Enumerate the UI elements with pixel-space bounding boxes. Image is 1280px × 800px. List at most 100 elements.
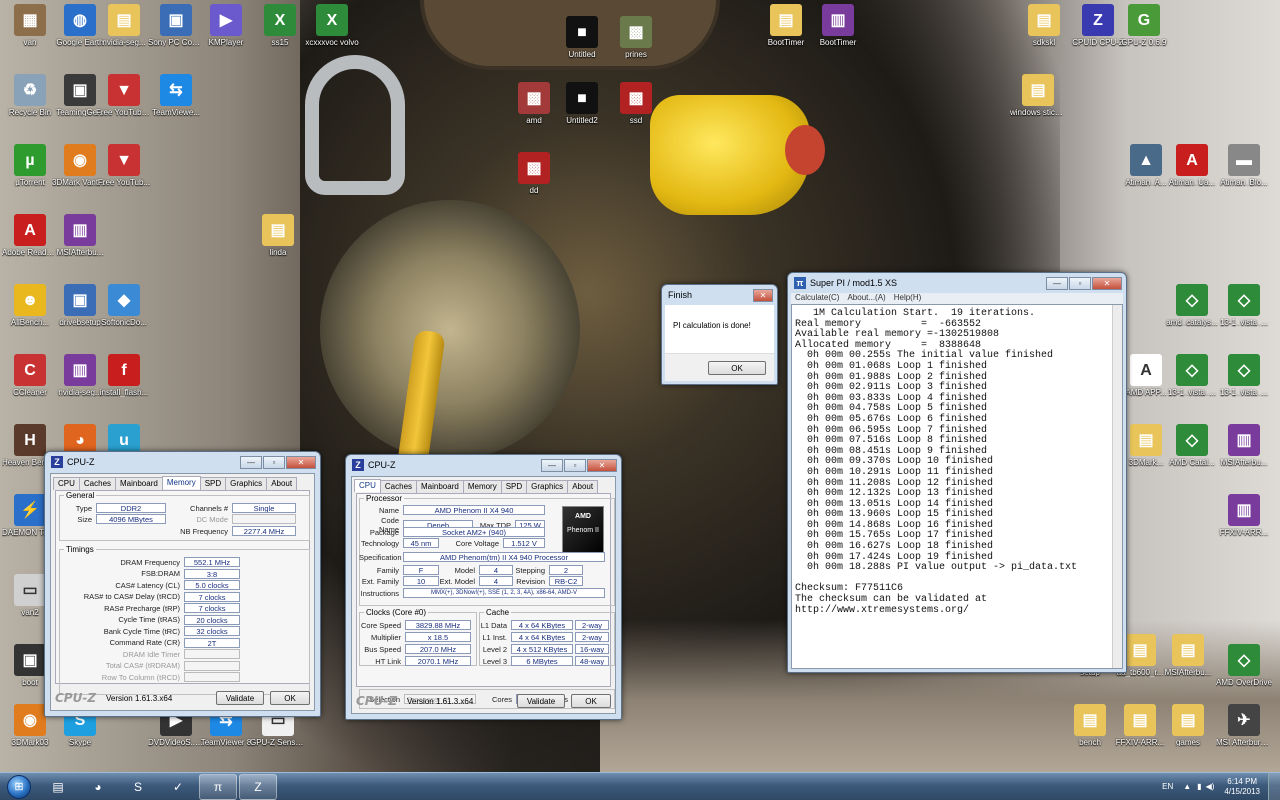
taskbar-firefox-icon[interactable]: ◕ — [79, 774, 117, 800]
tab-caches[interactable]: Caches — [78, 477, 117, 490]
title-bar[interactable]: Z CPU-Z — ▫ ✕ — [346, 455, 621, 475]
taskbar-skype-icon[interactable]: S — [119, 774, 157, 800]
tray-arrow-icon[interactable]: ▲ — [1183, 782, 1191, 791]
desktop-icon[interactable]: ◇ AMD Catal... — [1164, 424, 1220, 467]
tab-memory[interactable]: Memory — [462, 480, 502, 493]
tab-spd[interactable]: SPD — [199, 477, 227, 490]
desktop-icon[interactable]: ■ Untitled2 — [554, 82, 610, 125]
desktop-icon[interactable]: ▩ ssd — [608, 82, 664, 125]
desktop-icon[interactable]: ▤ games — [1160, 704, 1216, 747]
desktop-icon[interactable]: ▤ nvidia-seg... — [96, 4, 152, 47]
desktop-icon[interactable]: f install_flash... — [96, 354, 152, 397]
desktop-icon[interactable]: ☻ AllBench... — [2, 284, 58, 327]
title-bar[interactable]: π Super PI / mod1.5 XS — ▫ ✕ — [788, 273, 1126, 293]
menu-item[interactable]: Help(H) — [894, 293, 922, 304]
desktop-icon[interactable]: C CCleaner — [2, 354, 58, 397]
title-bar[interactable]: Z CPU-Z — ▫ ✕ — [45, 452, 320, 472]
desktop-icon[interactable]: ▥ MSIAfterbu... — [52, 214, 108, 257]
desktop-icon[interactable]: µ µTorrent — [2, 144, 58, 187]
close-button[interactable]: ✕ — [587, 458, 617, 472]
taskbar-cpuz-icon[interactable]: Z — [239, 773, 277, 800]
finish-dialog[interactable]: Finish ✕ PI calculation is done! OK — [661, 284, 778, 385]
desktop-icon[interactable]: ▤ bench — [1062, 704, 1118, 747]
language-indicator[interactable]: EN — [1162, 782, 1173, 791]
tab-spd[interactable]: SPD — [500, 480, 528, 493]
tab-cpu[interactable]: CPU — [53, 477, 80, 490]
desktop-icon[interactable]: ◇ amd_catalys... — [1164, 284, 1220, 327]
minimize-button[interactable]: — — [240, 455, 262, 469]
desktop-icon[interactable]: ▩ dd — [506, 152, 562, 195]
desktop-icon[interactable]: ▣ Sony PC Compani... — [148, 4, 204, 47]
desktop-icon[interactable]: ✈ MSI Afterburner — [1216, 704, 1272, 747]
desktop-icon[interactable]: Xxcxxxvoc volvo — [304, 4, 360, 47]
network-icon[interactable]: ▮ — [1197, 782, 1201, 791]
tab-cpu[interactable]: CPU — [354, 479, 381, 492]
desktop-icon[interactable]: ▬ Atiman_Blo... — [1216, 144, 1272, 187]
desktop-icon[interactable]: ▤ sdkskl — [1016, 4, 1072, 47]
taskbar-winamp-icon[interactable]: ✓ — [159, 774, 197, 800]
size-label: Size — [77, 514, 92, 524]
desktop-icon[interactable]: ▥ BootTimer — [810, 4, 866, 47]
desktop-icon[interactable]: ▤ MSIAfterbu... — [1160, 634, 1216, 677]
minimize-button[interactable]: — — [1046, 276, 1068, 290]
desktop-icon[interactable]: ♻ Recycle Bin — [2, 74, 58, 117]
desktop-icon[interactable]: ▦ van — [2, 4, 58, 47]
validate-button[interactable]: Validate — [216, 691, 264, 705]
tab-graphics[interactable]: Graphics — [526, 480, 569, 493]
maximize-button[interactable]: ▫ — [564, 458, 586, 472]
cpuz-memory-window[interactable]: Z CPU-Z — ▫ ✕ CPU Caches Mainboard Memory SPD G… — [44, 451, 321, 717]
tab-about[interactable]: About — [266, 477, 298, 490]
desktop-icon[interactable]: Xss15 — [252, 4, 308, 47]
desktop-icon[interactable]: A Atiman_Ua... — [1164, 144, 1220, 187]
desktop-icon[interactable]: ▥ MSIAfterbu... — [1216, 424, 1272, 467]
app-icon: ▩ — [620, 82, 652, 114]
scrollbar[interactable] — [1112, 305, 1122, 668]
start-button[interactable]: ⊞ — [0, 773, 38, 800]
close-button[interactable]: ✕ — [753, 288, 773, 302]
maximize-button[interactable]: ▫ — [263, 455, 285, 469]
cpuz-cpu-window[interactable]: Z CPU-Z — ▫ ✕ CPU Caches Mainboard Memory SPD G… — [345, 454, 622, 720]
desktop-icon[interactable]: ▤ windows stick boot — [1010, 74, 1066, 117]
desktop-icon[interactable]: ◇ 13-1_vista_... — [1164, 354, 1220, 397]
ok-button[interactable]: OK — [571, 694, 611, 708]
volume-icon[interactable]: ◀) — [1206, 782, 1215, 791]
tab-mainboard[interactable]: Mainboard — [115, 477, 163, 490]
close-button[interactable]: ✕ — [1092, 276, 1122, 290]
minimize-button[interactable]: — — [541, 458, 563, 472]
desktop-icon[interactable]: ▩ prines — [608, 16, 664, 59]
desktop-icon[interactable]: A Adobe Reader XI — [2, 214, 58, 257]
taskbar-superpi-icon[interactable]: π — [199, 773, 237, 800]
dialog-ok-button[interactable]: OK — [708, 361, 766, 375]
menu-item[interactable]: Calculate(C) — [795, 293, 839, 304]
desktop-icon[interactable]: ▤ BootTimer — [758, 4, 814, 47]
tab-memory[interactable]: Memory — [161, 476, 201, 489]
desktop-icon[interactable]: ⇆ TeamViewe... — [148, 74, 204, 117]
maximize-button[interactable]: ▫ — [1069, 276, 1091, 290]
desktop-icon[interactable]: ◇ 13-1_vista_... — [1216, 354, 1272, 397]
desktop-icon[interactable]: ■ Untitled — [554, 16, 610, 59]
tab-caches[interactable]: Caches — [379, 480, 418, 493]
superpi-window[interactable]: π Super PI / mod1.5 XS — ▫ ✕ Calculate(C) A… — [787, 272, 1127, 673]
desktop-icon-label: van — [23, 38, 37, 47]
show-desktop-button[interactable] — [1268, 772, 1280, 800]
taskbar: ⊞ ▤ ◕ S ✓ π Z EN ▲ ▮ ◀) 6:14 PM 4/15/2013 — [0, 772, 1280, 800]
desktop-icon[interactable]: ▼ Free YouTube ... — [96, 74, 152, 117]
desktop-icon[interactable]: ▶ KMPlayer — [198, 4, 254, 47]
taskbar-explorer-icon[interactable]: ▤ — [39, 774, 77, 800]
desktop-icon[interactable]: ▼ Free YouTub... — [96, 144, 152, 187]
clock[interactable]: 6:14 PM 4/15/2013 — [1224, 777, 1260, 797]
menu-item[interactable]: About...(A) — [847, 293, 885, 304]
tab-mainboard[interactable]: Mainboard — [416, 480, 464, 493]
desktop-icon[interactable]: G GPU-Z 0.6.9 — [1116, 4, 1172, 47]
desktop-icon[interactable]: ▤ linda — [250, 214, 306, 257]
close-button[interactable]: ✕ — [286, 455, 316, 469]
validate-button[interactable]: Validate — [517, 694, 565, 708]
title-bar[interactable]: Finish ✕ — [662, 285, 777, 305]
desktop-icon[interactable]: ◇ 13-1_vista_... — [1216, 284, 1272, 327]
ok-button[interactable]: OK — [270, 691, 310, 705]
desktop-icon[interactable]: ◆ SoftonicDo... — [96, 284, 152, 327]
desktop-icon[interactable]: ▥ FFXIV-ARR... — [1216, 494, 1272, 537]
desktop-icon[interactable]: ◇ AMD OverDrive — [1216, 644, 1272, 687]
tab-graphics[interactable]: Graphics — [225, 477, 268, 490]
tab-about[interactable]: About — [567, 480, 599, 493]
